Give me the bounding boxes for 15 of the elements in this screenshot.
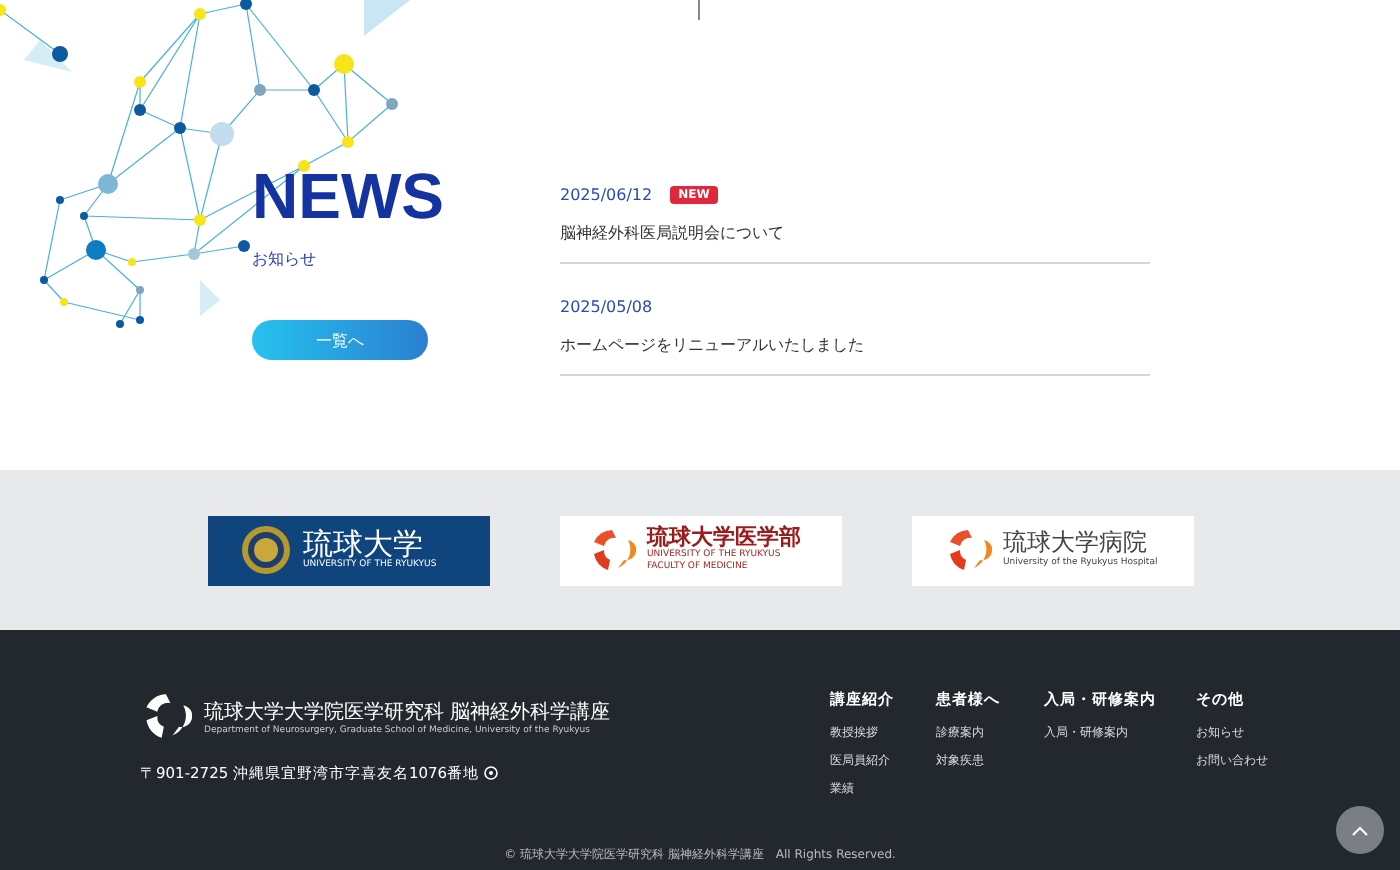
news-date: 2025/05/08 bbox=[560, 298, 653, 316]
section-subtitle: お知らせ bbox=[252, 248, 316, 270]
chevron-up-icon bbox=[1352, 825, 1368, 835]
banner-title: 琉球大学医学部 bbox=[647, 526, 801, 551]
banner-title: 琉球大学病院 bbox=[1003, 530, 1149, 557]
banner-title: 琉球大学 bbox=[303, 527, 423, 561]
department-name: 琉球大学大学院医学研究科 脳神経外科学講座 bbox=[204, 699, 611, 725]
back-to-top-button[interactable] bbox=[1336, 806, 1384, 854]
news-title: ホームページをリニューアルいたしました bbox=[560, 334, 866, 356]
emblem-icon bbox=[239, 524, 291, 576]
news-item[interactable]: 2025/05/08 ホームページをリニューアルいたしました bbox=[560, 288, 1150, 376]
scroll-line bbox=[698, 0, 700, 20]
section-title: NEWS bbox=[252, 164, 444, 228]
news-title: 脳神経外科医局説明会について bbox=[560, 222, 786, 244]
news-date: 2025/06/12 bbox=[560, 186, 653, 204]
